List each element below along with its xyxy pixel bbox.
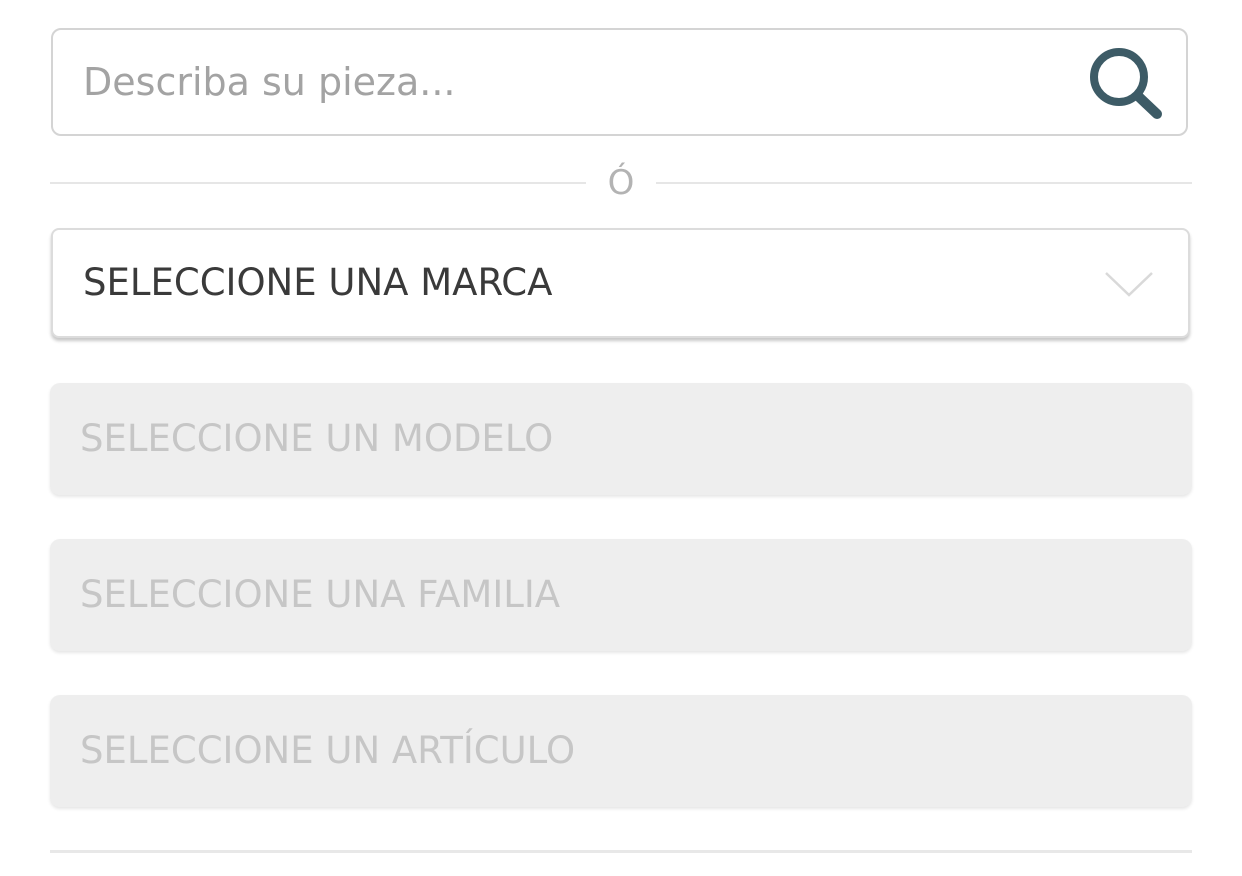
- article-select: SELECCIONE UN ARTÍCULO: [50, 695, 1192, 807]
- model-select-label: SELECCIONE UN MODELO: [80, 417, 554, 460]
- divider-text: Ó: [607, 163, 635, 203]
- article-select-label: SELECCIONE UN ARTÍCULO: [80, 729, 576, 772]
- brand-select[interactable]: SELECCIONE UNA MARCA: [51, 228, 1190, 338]
- search-box: [51, 28, 1188, 136]
- or-divider: Ó: [50, 160, 1192, 206]
- search-input[interactable]: [83, 30, 1063, 134]
- family-select: SELECCIONE UNA FAMILIA: [50, 539, 1192, 651]
- bottom-divider: [50, 850, 1192, 853]
- search-icon[interactable]: [1086, 46, 1166, 122]
- divider-line-left: [50, 182, 586, 184]
- part-search-form: Ó SELECCIONE UNA MARCA SELECCIONE UN MOD…: [0, 0, 1242, 876]
- model-select: SELECCIONE UN MODELO: [50, 383, 1192, 495]
- brand-select-label: SELECCIONE UNA MARCA: [83, 261, 553, 304]
- chevron-down-icon: [1104, 270, 1154, 298]
- divider-line-right: [656, 182, 1192, 184]
- family-select-label: SELECCIONE UNA FAMILIA: [80, 573, 561, 616]
